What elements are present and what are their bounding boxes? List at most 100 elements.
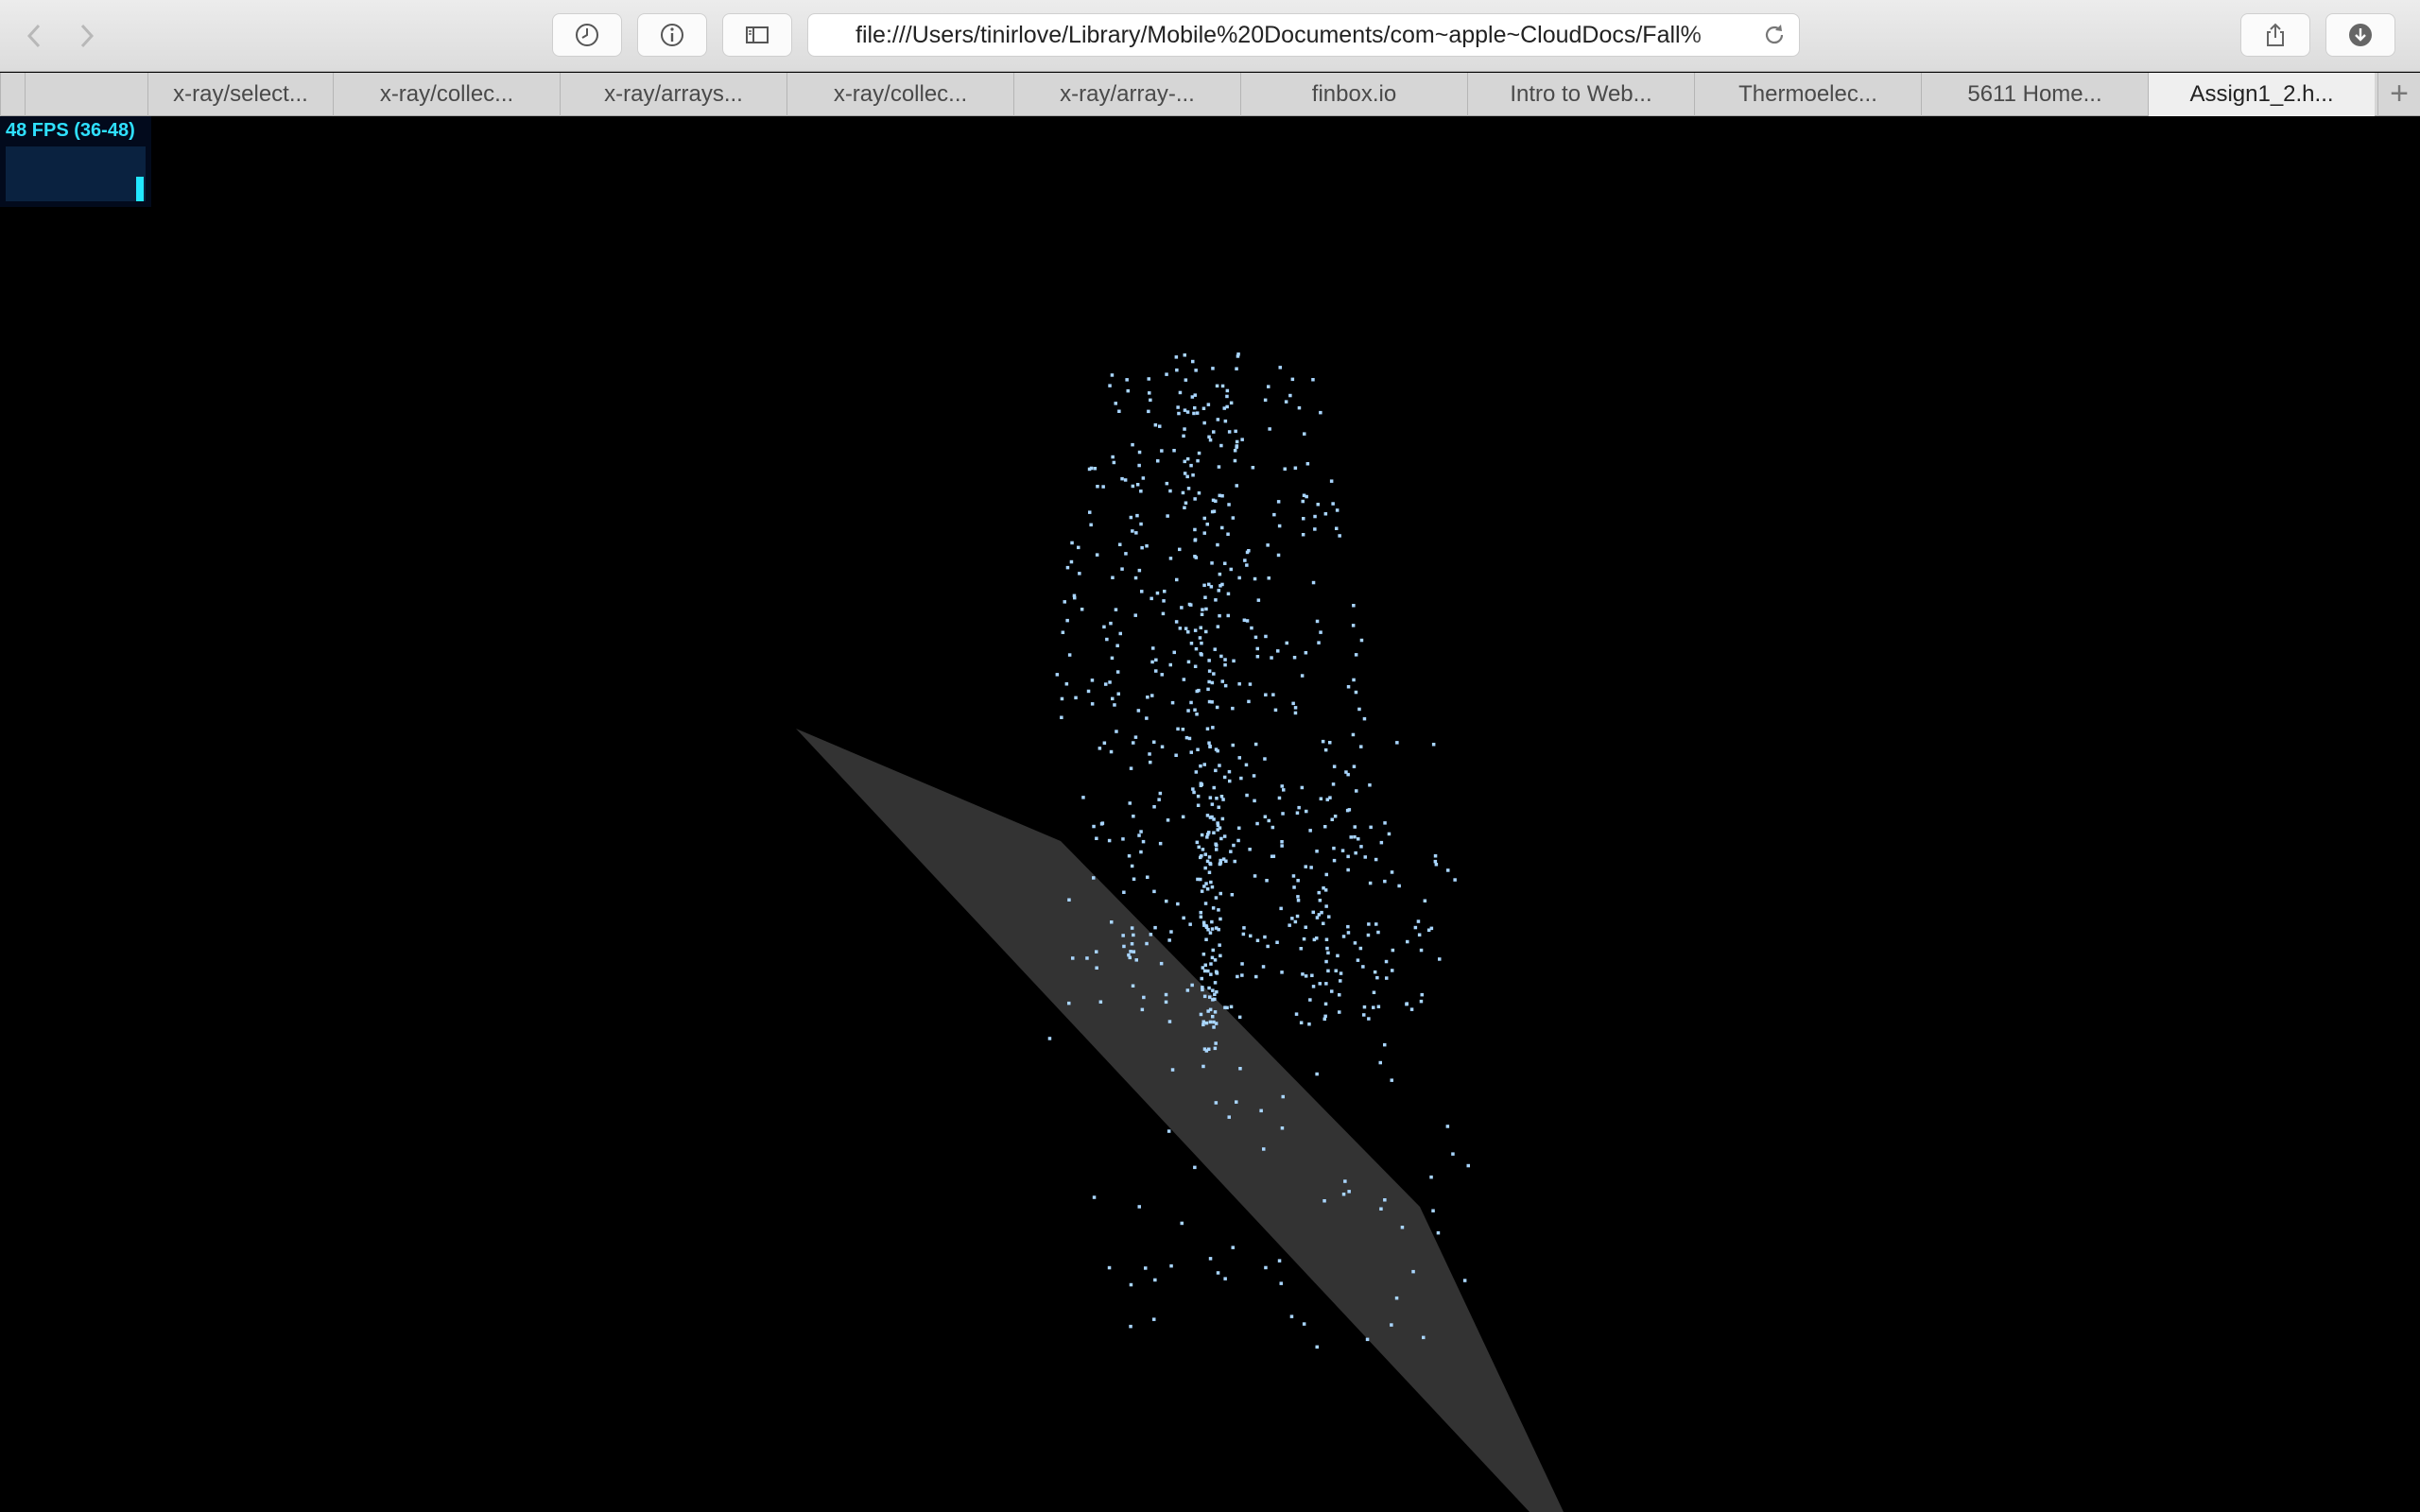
particle [1111, 696, 1115, 701]
particle [1153, 423, 1158, 427]
tab-intro-to-web[interactable]: Intro to Web... [1467, 73, 1694, 116]
particle [1365, 1337, 1370, 1342]
particle [1175, 368, 1179, 372]
particle [1214, 598, 1218, 602]
particle [1156, 459, 1160, 463]
particle [1121, 934, 1125, 937]
fps-stats-panel[interactable]: 48 FPS (36-48) [0, 116, 151, 207]
particle [1200, 641, 1203, 645]
share-button[interactable] [2240, 13, 2310, 57]
particle [1372, 990, 1376, 994]
particle [1132, 815, 1135, 818]
particle [1231, 516, 1236, 520]
tab-finbox[interactable]: finbox.io [1240, 73, 1467, 116]
particle [1092, 876, 1096, 880]
particle [1067, 898, 1071, 902]
tab-5611-home[interactable]: 5611 Home... [1921, 73, 2148, 116]
tab-assign1-2[interactable]: Assign1_2.h... [2148, 73, 2375, 116]
particle [1181, 815, 1185, 819]
particle [1264, 693, 1268, 696]
particle [1293, 919, 1298, 924]
tab-xray-collec-1[interactable]: x-ray/collec... [333, 73, 560, 116]
scrollbar[interactable] [2405, 116, 2420, 1512]
particle [1317, 641, 1321, 644]
particle [1194, 556, 1199, 559]
particle [1186, 709, 1190, 713]
forward-button[interactable] [66, 13, 108, 59]
particle [1204, 1021, 1209, 1025]
particle [1132, 950, 1136, 954]
particle [1263, 935, 1267, 939]
particle [1204, 882, 1208, 885]
particle [1131, 984, 1135, 988]
new-tab-button[interactable]: + [2377, 73, 2420, 116]
particle [1218, 493, 1221, 498]
particle [1140, 545, 1144, 550]
particle [1332, 765, 1337, 768]
particle [1125, 378, 1129, 382]
particle [1196, 794, 1201, 799]
particle [1178, 390, 1183, 395]
particle [1201, 920, 1206, 924]
particle [1417, 933, 1422, 936]
particle [1219, 584, 1222, 588]
particle [1323, 1014, 1327, 1019]
sidebar-button[interactable] [722, 13, 792, 57]
history-button[interactable] [552, 13, 622, 57]
particle [1217, 805, 1220, 809]
particle [1344, 770, 1348, 774]
particle [1335, 526, 1339, 530]
particle [1324, 959, 1328, 964]
webgl-canvas[interactable]: 48 FPS (36-48) [0, 116, 2420, 1512]
tab-xray-arrays[interactable]: x-ray/arrays... [560, 73, 786, 116]
tab-thermoelec[interactable]: Thermoelec... [1694, 73, 1921, 116]
particle [1210, 927, 1215, 931]
particle [1326, 951, 1330, 955]
address-url[interactable]: file:///Users/tinirlove/Library/Mobile%2… [856, 14, 1738, 56]
particle [1196, 747, 1200, 751]
tab-pinned-2[interactable] [25, 73, 72, 116]
particle [1118, 631, 1122, 636]
tab-pinned-1[interactable] [0, 73, 25, 116]
particle [1202, 969, 1207, 973]
address-fade [1689, 14, 1746, 56]
particle [1124, 552, 1128, 556]
particle [1152, 740, 1156, 744]
particle [1227, 430, 1232, 434]
particle [1129, 1282, 1133, 1287]
particle [1137, 568, 1142, 573]
particle [1338, 1010, 1341, 1014]
particle [1390, 1323, 1393, 1327]
tab-xray-select[interactable]: x-ray/select... [147, 73, 333, 116]
particle [1284, 400, 1288, 404]
reload-icon[interactable] [1761, 22, 1788, 48]
downloads-button[interactable] [2325, 13, 2395, 57]
particle [1240, 962, 1244, 966]
particle [1176, 727, 1180, 731]
back-button[interactable] [13, 13, 55, 59]
tab-xray-collec-2[interactable]: x-ray/collec... [786, 73, 1013, 116]
particle [1150, 694, 1154, 697]
particle [1200, 653, 1203, 657]
particle [1150, 596, 1153, 601]
info-button[interactable] [637, 13, 707, 57]
particle [1096, 485, 1099, 489]
particle [1328, 796, 1332, 799]
particle [1267, 818, 1270, 823]
particle [1317, 890, 1321, 895]
address-bar[interactable]: file:///Users/tinirlove/Library/Mobile%2… [807, 13, 1800, 57]
particle [1160, 673, 1164, 677]
particle [1330, 817, 1334, 821]
particle [1229, 567, 1233, 572]
particle [1207, 679, 1211, 684]
particle [1293, 466, 1298, 470]
particle [1181, 490, 1185, 495]
particle [1385, 976, 1389, 980]
particle [1191, 787, 1195, 791]
particle [1134, 531, 1138, 535]
particle [1212, 817, 1216, 821]
tab-xray-array[interactable]: x-ray/array-... [1013, 73, 1240, 116]
particle [1134, 958, 1138, 962]
particle [1150, 660, 1154, 664]
particle [1290, 377, 1295, 382]
